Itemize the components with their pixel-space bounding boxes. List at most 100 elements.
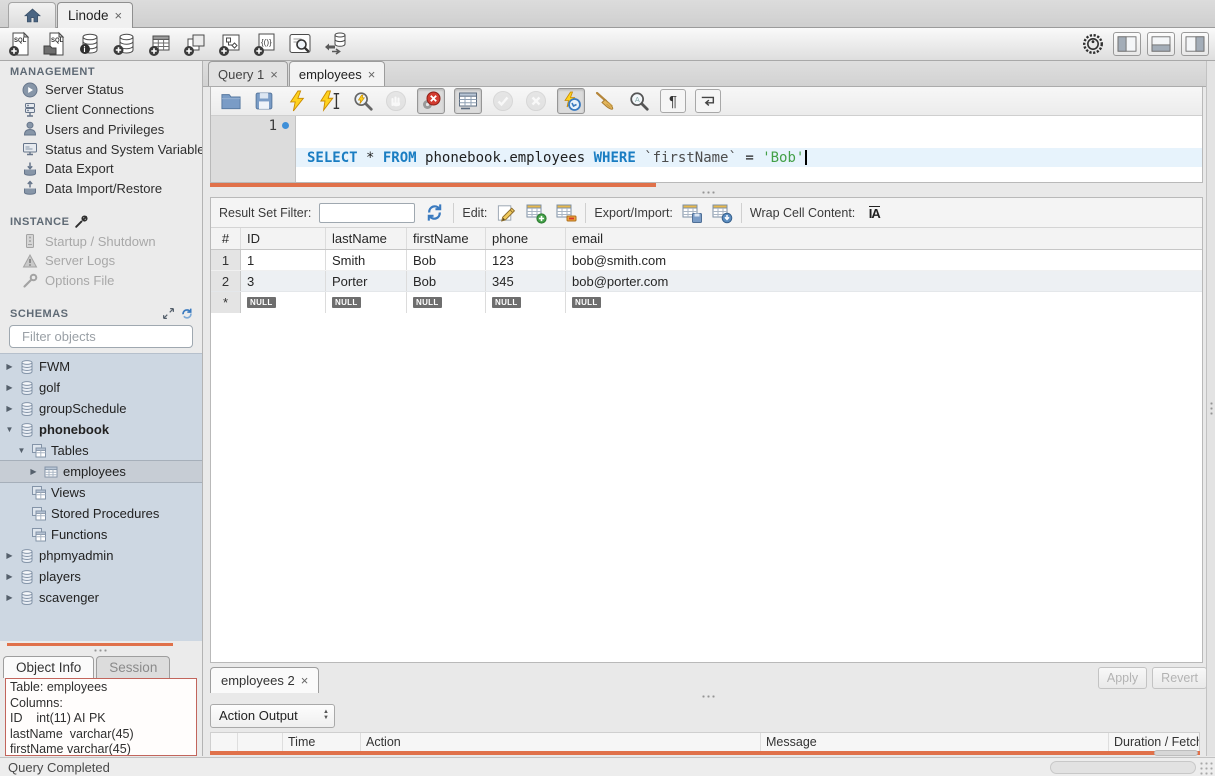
cell-firstname[interactable]: Bob (407, 271, 486, 291)
splitter-handle[interactable] (1209, 401, 1214, 417)
schema-node-players[interactable]: ▶ players (0, 566, 202, 587)
action-output-col-time[interactable]: Time (283, 733, 361, 751)
cell-null[interactable]: NULL (241, 292, 326, 313)
commit-button[interactable] (491, 89, 515, 113)
sidebar-item-server-status[interactable]: Server Status (0, 80, 202, 100)
insert-row-button[interactable] (525, 202, 547, 224)
cell-email[interactable]: bob@smith.com (566, 250, 1202, 270)
limit-rows-button[interactable] (454, 88, 482, 114)
schema-node-golf[interactable]: ▶ golf (0, 377, 202, 398)
tab-employees[interactable]: employees × (289, 61, 385, 86)
column-header-id[interactable]: ID (241, 228, 326, 249)
splitter-handle[interactable] (701, 190, 717, 195)
find-button[interactable]: A (627, 89, 651, 113)
toggle-right-sidebar-button[interactable] (1181, 32, 1209, 56)
spinner-icon[interactable]: ▲▼ (323, 710, 329, 721)
stop-query-button[interactable] (384, 89, 408, 113)
sidebar-item-server-logs[interactable]: Server Logs (0, 251, 202, 271)
create-table-button[interactable] (146, 31, 174, 57)
execute-current-statement-button[interactable] (318, 89, 342, 113)
chevron-down-icon[interactable]: ▼ (4, 425, 15, 434)
edit-record-button[interactable] (495, 202, 517, 224)
refresh-schemas-icon[interactable] (180, 307, 194, 320)
create-view-button[interactable] (181, 31, 209, 57)
cell-id[interactable]: 1 (241, 250, 326, 270)
export-recordset-button[interactable] (681, 202, 703, 224)
sidebar-item-data-export[interactable]: Data Export (0, 159, 202, 179)
wrap-cell-content-button[interactable]: IA (863, 202, 885, 224)
column-header-email[interactable]: email (566, 228, 1202, 249)
chevron-right-icon[interactable]: ▶ (28, 467, 39, 476)
row-number-cell[interactable]: 1 (211, 250, 241, 270)
sidebar-item-status-system-variables[interactable]: Status and System Variables (0, 139, 202, 159)
rollback-button[interactable] (524, 89, 548, 113)
tree-node-stored-procedures[interactable]: Stored Procedures (0, 503, 202, 524)
import-recordset-button[interactable] (711, 202, 733, 224)
new-row-marker[interactable]: * (211, 292, 241, 313)
column-header-phone[interactable]: phone (486, 228, 566, 249)
refresh-results-button[interactable] (423, 202, 445, 224)
action-output-col-message[interactable]: Message (761, 733, 1109, 751)
cell-null[interactable]: NULL (486, 292, 566, 313)
create-schema-button[interactable] (111, 31, 139, 57)
cell-null[interactable]: NULL (407, 292, 486, 313)
create-procedure-button[interactable] (216, 31, 244, 57)
action-output-col-index[interactable] (238, 733, 283, 751)
result-filter-input[interactable] (319, 203, 415, 223)
schema-filter-box[interactable] (9, 325, 193, 348)
apply-button[interactable]: Apply (1098, 667, 1147, 689)
chevron-right-icon[interactable]: ▶ (4, 383, 15, 392)
schema-node-phpmyadmin[interactable]: ▶ phpmyadmin (0, 545, 202, 566)
action-output-col-icon[interactable] (211, 733, 238, 751)
column-header-lastname[interactable]: lastName (326, 228, 407, 249)
chevron-right-icon[interactable]: ▶ (4, 593, 15, 602)
splitter-handle[interactable] (701, 694, 717, 699)
action-output-col-action[interactable]: Action (361, 733, 761, 751)
cell-lastname[interactable]: Porter (326, 271, 407, 291)
sidebar-item-client-connections[interactable]: Client Connections (0, 100, 202, 120)
cell-phone[interactable]: 123 (486, 250, 566, 270)
inspect-database-button[interactable]: i (76, 31, 104, 57)
resize-grip[interactable] (1199, 761, 1213, 775)
toggle-word-wrap-button[interactable] (695, 89, 721, 113)
schema-node-groupschedule[interactable]: ▶ groupSchedule (0, 398, 202, 419)
cell-id[interactable]: 3 (241, 271, 326, 291)
toggle-left-sidebar-button[interactable] (1113, 32, 1141, 56)
chevron-right-icon[interactable]: ▶ (4, 551, 15, 560)
sidebar-item-data-import[interactable]: Data Import/Restore (0, 179, 202, 199)
search-table-data-button[interactable] (286, 31, 314, 57)
sidebar-item-options-file[interactable]: Options File (0, 271, 202, 291)
action-output-col-duration[interactable]: Duration / Fetch (1109, 733, 1199, 751)
tree-node-views[interactable]: Views (0, 482, 202, 503)
column-header-rownum[interactable]: # (211, 228, 241, 249)
tree-node-functions[interactable]: Functions (0, 524, 202, 545)
cell-lastname[interactable]: Smith (326, 250, 407, 270)
right-panel-splitter[interactable] (1206, 61, 1215, 756)
tab-employees-2[interactable]: employees 2 × (210, 667, 319, 693)
close-icon[interactable]: × (301, 673, 309, 688)
sql-code-editor[interactable]: 1 SELECT * FROM phonebook.employees WHER… (211, 116, 1202, 182)
delete-row-button[interactable] (555, 202, 577, 224)
toggle-stop-on-error-button[interactable] (417, 88, 445, 114)
cell-firstname[interactable]: Bob (407, 250, 486, 270)
database-migration-button[interactable] (321, 31, 349, 57)
code-area[interactable]: SELECT * FROM phonebook.employees WHERE … (296, 116, 1202, 182)
tab-object-info[interactable]: Object Info (3, 656, 94, 678)
home-tab[interactable] (8, 2, 56, 28)
open-sql-script-button[interactable]: SQL (41, 31, 69, 57)
toggle-invisible-chars-button[interactable]: ¶ (660, 89, 686, 113)
expand-panel-icon[interactable] (162, 307, 175, 320)
clear-query-button[interactable] (594, 89, 618, 113)
sidebar-item-startup-shutdown[interactable]: Startup / Shutdown (0, 231, 202, 251)
horizontal-scrollbar-thumb[interactable] (1154, 750, 1198, 756)
new-sql-tab-button[interactable]: SQL (6, 31, 34, 57)
workbench-gear-badge-button[interactable] (1079, 31, 1107, 57)
row-number-cell[interactable]: 2 (211, 271, 241, 291)
close-icon[interactable]: × (115, 8, 123, 23)
chevron-right-icon[interactable]: ▶ (4, 572, 15, 581)
chevron-right-icon[interactable]: ▶ (4, 362, 15, 371)
column-header-firstname[interactable]: firstName (407, 228, 486, 249)
schema-node-phonebook[interactable]: ▼ phonebook (0, 419, 202, 440)
cell-null[interactable]: NULL (326, 292, 407, 313)
horizontal-scrollbar-thumb[interactable] (1050, 761, 1196, 774)
